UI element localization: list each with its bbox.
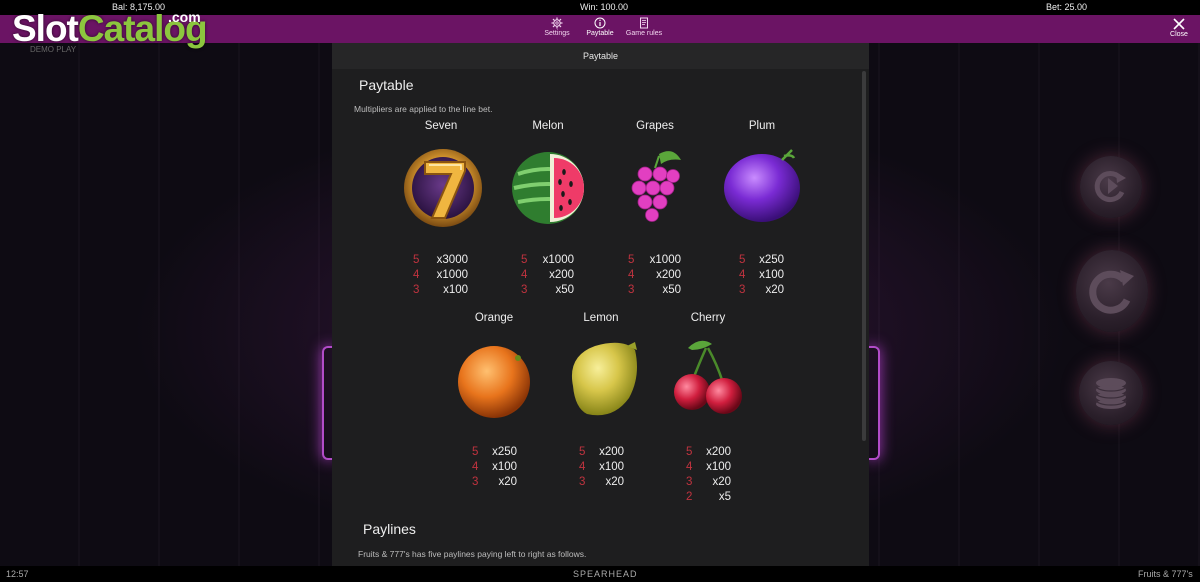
symbol-name: Plum bbox=[748, 120, 776, 132]
orange-paytable: 5 x250 4 x100 3 x20 bbox=[472, 446, 517, 488]
gear-icon bbox=[551, 17, 563, 29]
demo-label: DEMO PLAY bbox=[30, 45, 77, 54]
plum-icon bbox=[724, 149, 800, 222]
orange-icon bbox=[458, 346, 530, 418]
symbol-seven: Seven 5 x3000 4 x1000 3 x100 bbox=[386, 120, 496, 299]
seven-icon bbox=[404, 149, 482, 227]
cherry-paytable: 5 x200 4 x100 3 x20 2 x5 bbox=[686, 446, 731, 503]
paylines-title: Paylines bbox=[363, 521, 416, 537]
paytable-button[interactable]: Paytable bbox=[575, 16, 625, 37]
scrollbar-thumb[interactable] bbox=[862, 71, 866, 441]
close-icon bbox=[1173, 18, 1185, 30]
paylines-note: Fruits & 777's has five paylines paying … bbox=[358, 549, 587, 559]
provider-logo: SPEARHEAD bbox=[573, 569, 638, 579]
symbol-name: Orange bbox=[474, 312, 514, 324]
autoplay-icon bbox=[1094, 171, 1126, 203]
symbol-orange: Orange 5 x250 4 x100 3 x20 bbox=[439, 312, 549, 491]
paytable-label: Paytable bbox=[586, 30, 614, 37]
symbol-name: Lemon bbox=[583, 312, 619, 324]
close-label: Close bbox=[1170, 31, 1188, 38]
info-icon bbox=[594, 17, 606, 29]
melon-icon bbox=[512, 152, 584, 224]
settings-label: Settings bbox=[544, 30, 570, 37]
symbol-name: Melon bbox=[532, 120, 564, 132]
panel-scrollbar[interactable] bbox=[861, 69, 867, 566]
bet-display: Bet: 25.00 bbox=[1046, 2, 1088, 12]
game-rules-button[interactable]: Game rules bbox=[619, 16, 669, 37]
bet-coins-button[interactable] bbox=[1079, 361, 1143, 425]
grapes-icon bbox=[631, 151, 681, 222]
game-rules-label: Game rules bbox=[625, 30, 663, 37]
win-display: Win: 100.00 bbox=[580, 2, 629, 12]
logo-suffix: .com bbox=[168, 9, 201, 25]
paytable-panel: Paytable Paytable Multipliers are applie… bbox=[332, 43, 869, 566]
symbol-name: Seven bbox=[424, 120, 458, 132]
grapes-paytable: 5 x1000 4 x200 3 x50 bbox=[628, 254, 681, 296]
coin-stack-icon bbox=[1095, 378, 1127, 409]
lemon-paytable: 5 x200 4 x100 3 x20 bbox=[579, 446, 624, 488]
symbol-melon: Melon 5 x1000 4 x200 3 x50 bbox=[493, 120, 603, 299]
spin-icon bbox=[1089, 270, 1134, 314]
panel-header: Paytable bbox=[332, 43, 869, 69]
symbol-plum: Plum 5 x250 4 x100 3 x20 bbox=[707, 120, 817, 299]
bottom-bar: 12:57 SPEARHEAD Fruits & 777's bbox=[0, 566, 1200, 582]
rules-document-icon bbox=[640, 17, 648, 29]
symbol-lemon: Lemon 5 x200 4 x100 3 x20 bbox=[546, 312, 656, 491]
symbol-name: Grapes bbox=[636, 120, 674, 132]
reel-frame-right bbox=[868, 346, 880, 460]
symbol-name: Cherry bbox=[690, 312, 726, 324]
symbol-cherry: Cherry 5 x200 4 x100 3 x20 2 x5 bbox=[653, 312, 763, 506]
close-button[interactable]: Close bbox=[1166, 17, 1192, 38]
plum-paytable: 5 x250 4 x100 3 x20 bbox=[739, 254, 784, 296]
spin-button[interactable] bbox=[1076, 250, 1148, 332]
game-name: Fruits & 777's bbox=[1138, 569, 1193, 579]
autoplay-button[interactable] bbox=[1080, 156, 1142, 218]
paytable-title: Paytable bbox=[359, 77, 414, 93]
cherry-icon bbox=[674, 340, 742, 414]
clock: 12:57 bbox=[6, 569, 29, 579]
seven-paytable: 5 x3000 4 x1000 3 x100 bbox=[413, 254, 468, 296]
multiplier-note: Multipliers are applied to the line bet. bbox=[354, 104, 493, 114]
symbol-grapes: Grapes 5 x1000 4 x200 3 x50 bbox=[600, 120, 710, 299]
lemon-icon bbox=[571, 342, 637, 416]
melon-paytable: 5 x1000 4 x200 3 x50 bbox=[521, 254, 574, 296]
